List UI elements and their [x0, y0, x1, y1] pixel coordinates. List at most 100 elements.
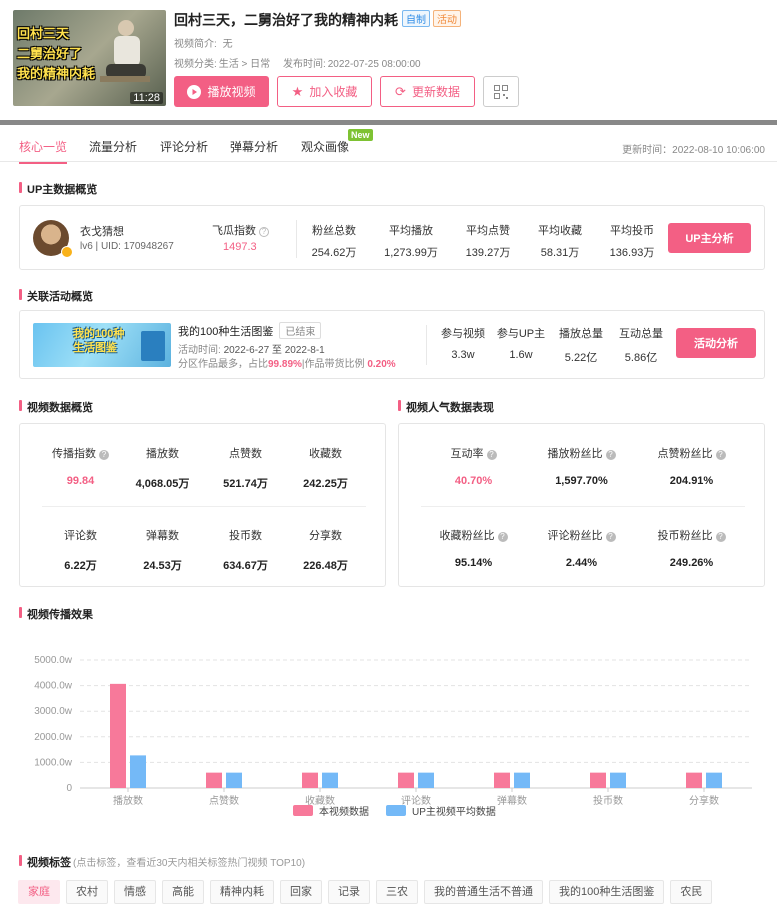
bar-this-video [206, 772, 222, 788]
verified-badge-icon [61, 246, 73, 258]
tab-traffic[interactable]: 流量分析 [89, 138, 137, 155]
metric-value: 99.84 [66, 475, 95, 487]
activity-tag: 活动 [433, 10, 461, 27]
stat-value: 136.93万 [609, 247, 655, 259]
play-label: 播放视频 [207, 85, 256, 99]
help-icon[interactable]: ? [497, 532, 508, 542]
tag-item[interactable]: 我的100种生活图鉴 [549, 880, 665, 904]
bar-this-video [398, 772, 414, 788]
metric-comments: 评论数 6.22万 [33, 527, 128, 573]
metric-value: 95.14% [454, 557, 493, 569]
tab-danmaku[interactable]: 弹幕分析 [230, 138, 278, 155]
stat-value: 139.27万 [465, 247, 511, 259]
up-name[interactable]: 衣戈猜想 [80, 223, 124, 239]
metric-value: 40.70% [454, 475, 493, 487]
up-stat-avg-coin: 平均投币 136.93万 [601, 222, 663, 260]
x-tick-label: 投币数 [593, 794, 623, 807]
metric-value: 242.25万 [303, 478, 348, 490]
metric-interaction-rate: 互动率? 40.70% [426, 445, 521, 487]
metric-label: 点赞粉丝比 [657, 448, 713, 460]
metric-value: 2.44% [565, 557, 598, 569]
section-title-tags: 视频标签 (点击标签，查看近30天内相关标签热门视频 TOP10) [19, 854, 305, 870]
tag-item[interactable]: 我的普通生活不普通 [424, 880, 543, 904]
activity-stat-interactions: 互动总量 5.86亿 [610, 325, 672, 365]
bar-up-average [226, 772, 242, 788]
play-icon [187, 84, 202, 99]
up-stat-avg-fav: 平均收藏 58.31万 [529, 222, 591, 260]
help-icon[interactable]: ? [715, 532, 726, 542]
help-icon[interactable]: ? [605, 450, 616, 460]
tag-item[interactable]: 精神内耗 [210, 880, 274, 904]
tag-item[interactable]: 家庭 [18, 880, 60, 904]
help-icon[interactable]: ? [715, 450, 726, 460]
y-tick-label: 5000.0w [34, 655, 73, 666]
activity-name-text[interactable]: 我的100种生活图鉴 [178, 326, 273, 338]
metric-label: 传播指数 [52, 448, 96, 460]
tag-item[interactable]: 记录 [328, 880, 370, 904]
feigua-label-text: 飞瓜指数 [212, 225, 256, 237]
metric-value: 249.26% [669, 557, 714, 569]
bar-this-video [590, 772, 606, 788]
desc-pct-2: 0.20% [367, 359, 396, 370]
metric-value: 24.53万 [143, 560, 182, 572]
thumb-line-2: 二舅治好了 [17, 46, 83, 61]
help-icon[interactable]: ? [605, 532, 616, 542]
star-icon: ★ [291, 83, 304, 99]
feigua-index-value: 1497.3 [223, 241, 257, 253]
divider [426, 325, 427, 365]
intro-label: 视频简介: [174, 39, 217, 50]
play-video-button[interactable]: 播放视频 [174, 76, 269, 107]
bar-this-video [302, 772, 318, 788]
activity-stat-plays: 播放总量 5.22亿 [550, 325, 612, 365]
up-analysis-button[interactable]: UP主分析 [668, 223, 751, 253]
y-tick-label: 1000.0w [34, 757, 73, 768]
section-title-video-overview: 视频数据概览 [19, 399, 93, 415]
metric-danmaku: 弹幕数 24.53万 [115, 527, 210, 573]
tag-item[interactable]: 农民 [670, 880, 713, 904]
help-icon[interactable]: ? [259, 227, 269, 237]
qrcode-button[interactable] [483, 76, 519, 107]
category-label: 视频分类: [174, 59, 217, 70]
metric-favorites: 收藏数 242.25万 [278, 445, 373, 491]
y-tick-label: 0 [66, 783, 72, 794]
bar-up-average [418, 772, 434, 788]
new-badge: New [348, 129, 373, 141]
metric-value: 226.48万 [303, 560, 348, 572]
video-overview-card: 传播指数? 99.84 播放数 4,068.05万 点赞数 521.74万 收藏数 24… [19, 423, 386, 587]
help-icon[interactable]: ? [486, 450, 497, 460]
tag-item[interactable]: 三农 [376, 880, 418, 904]
stat-label: 参与UP主 [496, 328, 546, 340]
legend-this-video[interactable]: 本视频数据 [293, 803, 369, 818]
tab-comments[interactable]: 评论分析 [160, 138, 208, 155]
activity-analysis-button[interactable]: 活动分析 [676, 328, 756, 358]
tab-core[interactable]: 核心一览 [19, 138, 68, 164]
bar-this-video [686, 772, 702, 788]
publish-label: 发布时间: [282, 59, 326, 70]
activity-banner[interactable]: 我的100种 生活图鉴 [33, 323, 171, 367]
section-title-up: UP主数据概览 [19, 181, 97, 197]
legend-up-average[interactable]: UP主视频平均数据 [386, 803, 496, 818]
tag-item[interactable]: 情感 [114, 880, 156, 904]
update-data-button[interactable]: ⟳ 更新数据 [380, 76, 475, 107]
metric-label: 评论数 [64, 530, 97, 542]
tag-list: 家庭 农村 情感 高能 精神内耗 回家 记录 三农 我的普通生活不普通 我的100种生活图鉴 农民 [18, 880, 713, 904]
legend-swatch [386, 805, 406, 816]
tag-item[interactable]: 农村 [66, 880, 108, 904]
tag-item[interactable]: 高能 [162, 880, 204, 904]
legend-label: 本视频数据 [319, 807, 369, 818]
activity-name: 我的100种生活图鉴 已结束 [178, 322, 322, 339]
activity-desc: 分区作品最多，占比99.89%|作品带货比例 0.20% [178, 355, 396, 370]
video-thumbnail[interactable]: 回村三天 二舅治好了 我的精神内耗 11:28 [13, 10, 166, 106]
video-header: 回村三天 二舅治好了 我的精神内耗 11:28 回村三天，二舅治好了我的精神内耗… [0, 0, 777, 120]
add-favorite-button[interactable]: ★ 加入收藏 [277, 76, 372, 107]
metric-label: 播放粉丝比 [547, 448, 603, 460]
tag-item[interactable]: 回家 [280, 880, 322, 904]
tab-audience[interactable]: 观众画像 [301, 138, 349, 155]
metric-shares: 分享数 226.48万 [278, 527, 373, 573]
help-icon[interactable]: ? [99, 450, 109, 460]
metric-fav-fan-ratio: 收藏粉丝比? 95.14% [421, 527, 526, 569]
stat-label: 平均投币 [610, 225, 654, 237]
metric-plays: 播放数 4,068.05万 [115, 445, 210, 491]
intro-value: 无 [222, 39, 233, 50]
refresh-icon: ⟳ [395, 83, 406, 99]
